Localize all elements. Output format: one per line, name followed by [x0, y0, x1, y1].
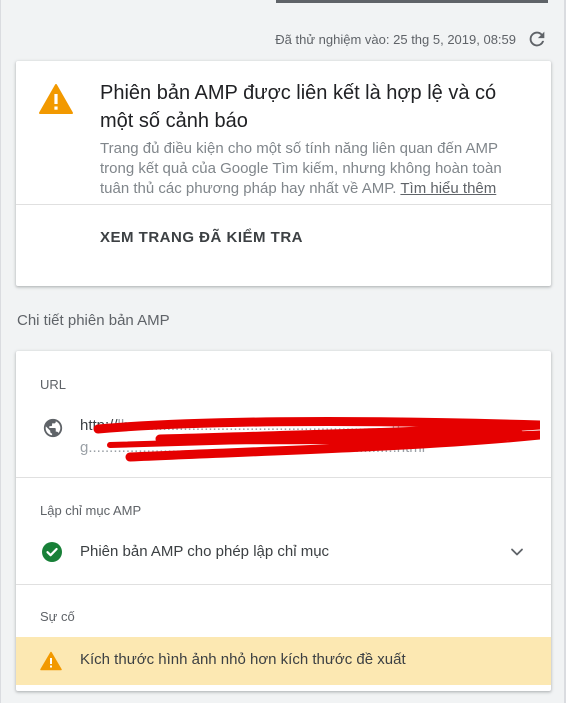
- separator-1: [16, 477, 551, 478]
- amp-status-card: Phiên bản AMP được liên kết là hợp lệ và…: [16, 61, 551, 286]
- url-row: http://lh...............................…: [40, 415, 540, 465]
- issue-text: Kích thước hình ảnh nhỏ hơn kích thước đ…: [80, 651, 406, 668]
- learn-more-link[interactable]: Tìm hiểu thêm: [400, 180, 496, 197]
- indexing-status-row[interactable]: Phiên bản AMP cho phép lập chỉ mục: [16, 535, 551, 569]
- indexing-label: Lập chỉ mục AMP: [40, 503, 142, 518]
- tested-timestamp: Đã thử nghiệm vào: 25 thg 5, 2019, 08:59: [275, 31, 516, 47]
- separator-2: [16, 584, 551, 585]
- issue-row[interactable]: Kích thước hình ảnh nhỏ hơn kích thước đ…: [16, 637, 551, 685]
- view-tested-page-button[interactable]: XEM TRANG ĐÃ KIỂM TRA: [100, 229, 303, 246]
- globe-icon: [43, 418, 63, 438]
- action-row: XEM TRANG ĐÃ KIỂM TRA: [16, 205, 551, 269]
- status-body: Phiên bản AMP được liên kết là hợp lệ và…: [16, 61, 551, 204]
- details-section-title: Chi tiết phiên bản AMP: [17, 312, 170, 329]
- refresh-icon[interactable]: [526, 28, 548, 50]
- issues-label: Sự cố: [40, 609, 75, 624]
- url-text: http://: [80, 417, 118, 434]
- status-description: Trang đủ điều kiện cho một số tính năng …: [100, 139, 527, 199]
- frame-left-border: [0, 0, 1, 703]
- check-circle-icon: [42, 542, 62, 562]
- warning-small-icon: [40, 651, 62, 671]
- amp-details-card: URL http://lh...........................…: [16, 351, 551, 691]
- url-value: http://lh...............................…: [80, 417, 426, 456]
- chevron-down-icon[interactable]: [509, 544, 525, 560]
- status-title: Phiên bản AMP được liên kết là hợp lệ và…: [100, 82, 497, 132]
- indexing-status-text: Phiên bản AMP cho phép lập chỉ mục: [80, 543, 330, 560]
- top-divider-strip: [276, 0, 548, 3]
- tested-info-row: Đã thử nghiệm vào: 25 thg 5, 2019, 08:59: [275, 28, 548, 50]
- warning-icon: [39, 84, 73, 114]
- url-label: URL: [40, 377, 67, 392]
